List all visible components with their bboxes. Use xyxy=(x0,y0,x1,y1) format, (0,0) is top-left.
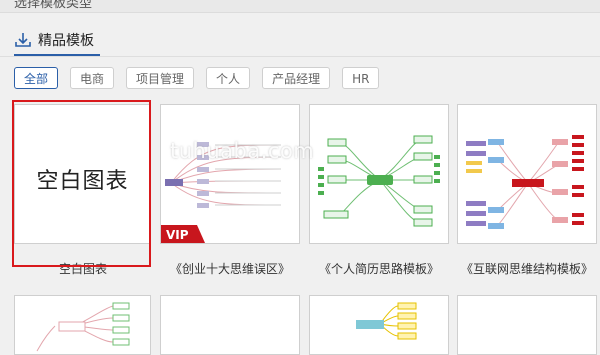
tab-premium-templates[interactable]: 精品模板 xyxy=(14,26,100,56)
mindmap-thumbnail xyxy=(36,302,130,352)
header-title: 选择模板类型 xyxy=(14,0,93,11)
template-card-row2-4[interactable] xyxy=(457,295,597,355)
mindmap-thumbnail xyxy=(318,135,440,227)
template-card-row2-3[interactable] xyxy=(309,295,449,355)
filter-all[interactable]: 全部 xyxy=(14,67,59,89)
download-icon xyxy=(15,33,31,47)
template-card-row2-1[interactable] xyxy=(14,295,151,355)
filter-personal[interactable]: 个人 xyxy=(206,67,251,89)
filter-ecommerce[interactable]: 电商 xyxy=(70,67,115,89)
watermark: tuhuaba.com xyxy=(170,139,315,163)
top-strip: 选择模板类型 xyxy=(0,0,600,13)
card-title-blank[interactable]: 空白图表 xyxy=(8,260,158,277)
blank-chart-text: 空白图表 xyxy=(36,169,129,194)
filter-hr[interactable]: HR xyxy=(342,67,380,89)
template-card-row2-2[interactable] xyxy=(160,295,300,355)
filter-product-manager[interactable]: 产品经理 xyxy=(262,67,331,89)
filter-project-management[interactable]: 项目管理 xyxy=(126,67,195,89)
card-title-startup[interactable]: 《创业十大思维误区》 xyxy=(155,260,305,277)
template-card-internet[interactable] xyxy=(457,104,597,244)
card-title-internet[interactable]: 《互联网思维结构模板》 xyxy=(452,260,600,277)
mindmap-thumbnail xyxy=(356,302,417,340)
vip-badge: VIP xyxy=(161,225,205,243)
filter-bar: 全部 电商 项目管理 个人 产品经理 HR xyxy=(14,67,380,89)
template-card-resume[interactable] xyxy=(309,104,449,244)
template-card-startup[interactable]: VIP xyxy=(160,104,300,244)
mindmap-thumbnail xyxy=(466,135,584,229)
mindmap-thumbnail xyxy=(165,142,282,208)
divider xyxy=(0,56,600,57)
template-card-blank[interactable]: 空白图表 xyxy=(14,104,151,244)
vip-label: VIP xyxy=(166,228,189,242)
card-title-resume[interactable]: 《个人简历思路模板》 xyxy=(304,260,454,277)
tab-label: 精品模板 xyxy=(38,33,94,49)
